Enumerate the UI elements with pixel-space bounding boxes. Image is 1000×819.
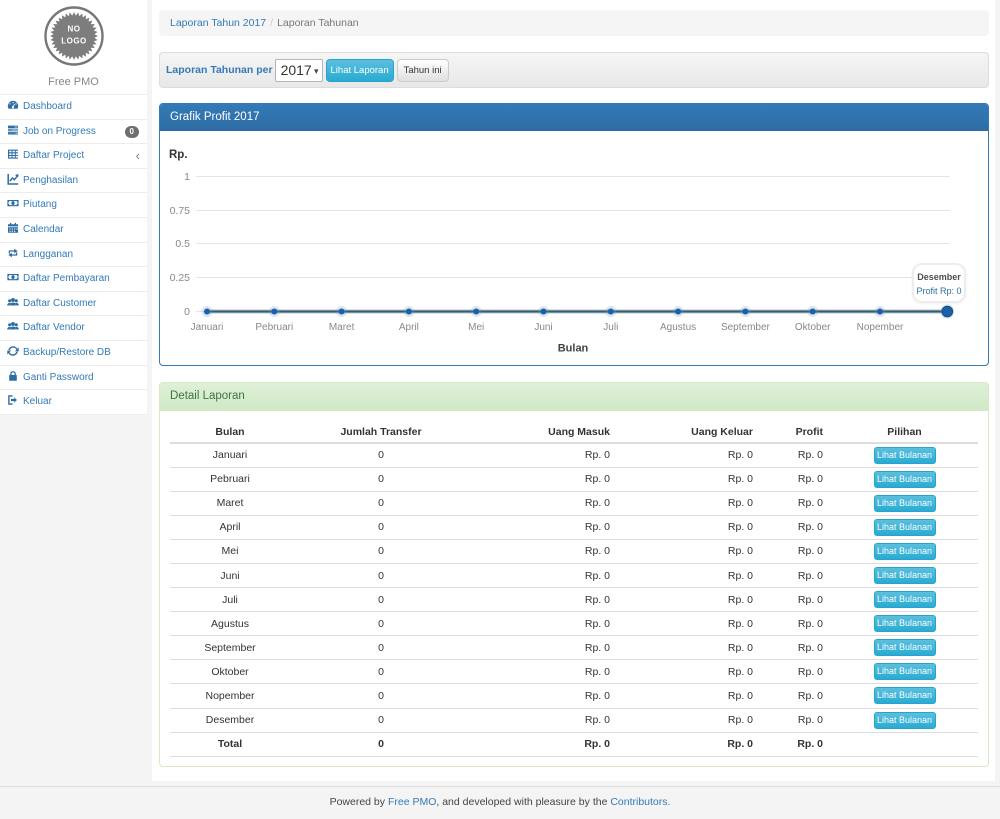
svg-text:0.5: 0.5 [175, 238, 190, 250]
svg-text:Maret: Maret [329, 322, 355, 333]
svg-text:Januari: Januari [191, 322, 224, 333]
svg-text:LOGO: LOGO [61, 37, 87, 46]
svg-text:Oktober: Oktober [795, 322, 831, 333]
svg-text:NO: NO [67, 25, 80, 34]
svg-text:0: 0 [184, 306, 190, 318]
svg-text:Nopember: Nopember [857, 322, 904, 333]
svg-text:Rp.: Rp. [169, 149, 188, 161]
svg-text:1: 1 [184, 171, 190, 183]
svg-text:Pebruari: Pebruari [255, 322, 293, 333]
svg-text:0.25: 0.25 [170, 272, 191, 284]
svg-text:April: April [399, 322, 419, 333]
svg-text:Juli: Juli [603, 322, 618, 333]
svg-text:September: September [721, 322, 771, 333]
svg-text:0.75: 0.75 [170, 205, 191, 217]
svg-text:Bulan: Bulan [558, 343, 589, 355]
svg-text:Mei: Mei [468, 322, 484, 333]
svg-text:Juni: Juni [534, 322, 552, 333]
svg-text:Agustus: Agustus [660, 322, 696, 333]
